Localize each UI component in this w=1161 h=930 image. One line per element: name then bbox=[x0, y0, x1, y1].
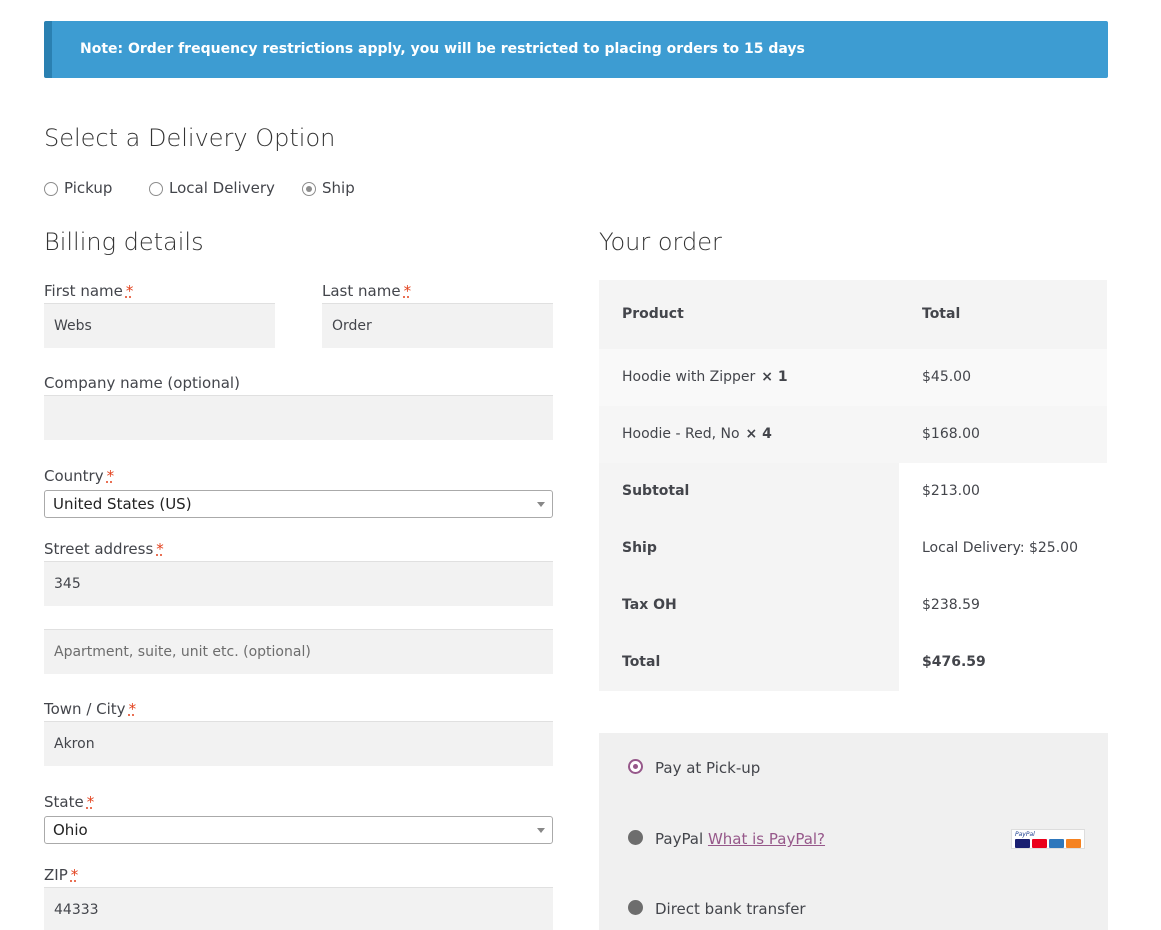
total-column-header: Total bbox=[922, 306, 961, 322]
cart-item-total: $168.00 bbox=[922, 426, 980, 442]
country-label: Country * bbox=[44, 467, 115, 485]
paypal-logo-text: PayPal bbox=[1015, 831, 1035, 838]
radio-icon[interactable] bbox=[44, 181, 58, 196]
cart-item-total: $45.00 bbox=[922, 369, 971, 385]
tax-label: Tax OH bbox=[622, 597, 677, 613]
radio-icon[interactable] bbox=[628, 900, 643, 915]
country-select[interactable]: United States (US) bbox=[44, 490, 553, 518]
town-city-label: Town / City * bbox=[44, 700, 137, 718]
delivery-option-label: Pickup bbox=[64, 179, 113, 197]
order-review-table: Product Total Hoodie with Zipper × 1 $45.… bbox=[599, 280, 1107, 691]
first-name-label: First name * bbox=[44, 282, 134, 300]
state-label: State * bbox=[44, 793, 95, 811]
tax-row: Tax OH $238.59 bbox=[599, 577, 1107, 634]
subtotal-label: Subtotal bbox=[622, 483, 690, 499]
order-frequency-notice: Note: Order frequency restrictions apply… bbox=[44, 21, 1108, 78]
order-total-value: $476.59 bbox=[922, 654, 986, 670]
payment-method-paypal[interactable]: PayPal What is PayPal? bbox=[628, 829, 825, 849]
payment-method-bank-transfer[interactable]: Direct bank transfer bbox=[628, 899, 806, 919]
table-header-row: Product Total bbox=[599, 280, 1107, 349]
payment-method-label: Direct bank transfer bbox=[655, 900, 806, 918]
radio-icon[interactable] bbox=[628, 830, 643, 845]
cart-item-name: Hoodie - Red, No × 4 bbox=[622, 426, 772, 442]
shipping-value: Local Delivery: $25.00 bbox=[922, 540, 1078, 556]
payment-methods: Pay at Pick-up PayPal What is PayPal? Pa… bbox=[599, 733, 1108, 930]
delivery-option-pickup[interactable]: Pickup bbox=[44, 178, 112, 198]
country-value: United States (US) bbox=[53, 495, 192, 513]
order-total-row: Total $476.59 bbox=[599, 634, 1107, 691]
subtotal-value: $213.00 bbox=[922, 483, 980, 499]
delivery-option-title: Select a Delivery Option bbox=[44, 124, 336, 152]
card-logos-icon: PayPal bbox=[1011, 829, 1085, 849]
radio-icon[interactable] bbox=[149, 181, 163, 196]
delivery-option-label: Local Delivery bbox=[169, 179, 275, 197]
state-select[interactable]: Ohio bbox=[44, 816, 553, 844]
state-value: Ohio bbox=[53, 821, 88, 839]
company-name-field[interactable] bbox=[44, 395, 553, 440]
payment-method-label: Pay at Pick-up bbox=[655, 759, 761, 777]
caret-down-icon bbox=[537, 828, 545, 833]
zip-field[interactable]: 44333 bbox=[44, 887, 553, 930]
town-city-field[interactable]: Akron bbox=[44, 721, 553, 766]
your-order-title: Your order bbox=[599, 228, 722, 256]
product-column-header: Product bbox=[622, 306, 684, 322]
delivery-option-label: Ship bbox=[322, 179, 355, 197]
subtotal-row: Subtotal $213.00 bbox=[599, 463, 1107, 520]
table-row: Hoodie with Zipper × 1 $45.00 bbox=[599, 349, 1107, 406]
shipping-label: Ship bbox=[622, 540, 657, 556]
table-row: Hoodie - Red, No × 4 $168.00 bbox=[599, 406, 1107, 463]
last-name-label: Last name * bbox=[322, 282, 412, 300]
apartment-field[interactable]: Apartment, suite, unit etc. (optional) bbox=[44, 629, 553, 674]
delivery-option-ship[interactable]: Ship bbox=[302, 178, 355, 198]
payment-method-pay-at-pickup[interactable]: Pay at Pick-up bbox=[628, 758, 760, 778]
shipping-row: Ship Local Delivery: $25.00 bbox=[599, 520, 1107, 577]
billing-details-title: Billing details bbox=[44, 228, 204, 256]
street-address-field[interactable]: 345 bbox=[44, 561, 553, 606]
first-name-field[interactable]: Webs bbox=[44, 303, 275, 348]
caret-down-icon bbox=[537, 502, 545, 507]
cart-item-name: Hoodie with Zipper × 1 bbox=[622, 369, 788, 385]
tax-value: $238.59 bbox=[922, 597, 980, 613]
delivery-option-local-delivery[interactable]: Local Delivery bbox=[149, 178, 275, 198]
what-is-paypal-link[interactable]: What is PayPal? bbox=[708, 830, 825, 848]
last-name-field[interactable]: Order bbox=[322, 303, 553, 348]
zip-label: ZIP * bbox=[44, 866, 79, 884]
street-address-label: Street address * bbox=[44, 540, 164, 558]
company-name-label: Company name (optional) bbox=[44, 374, 240, 392]
payment-method-label: PayPal bbox=[655, 830, 704, 848]
radio-icon[interactable] bbox=[628, 759, 643, 774]
radio-icon[interactable] bbox=[302, 181, 316, 196]
order-total-label: Total bbox=[622, 654, 661, 670]
